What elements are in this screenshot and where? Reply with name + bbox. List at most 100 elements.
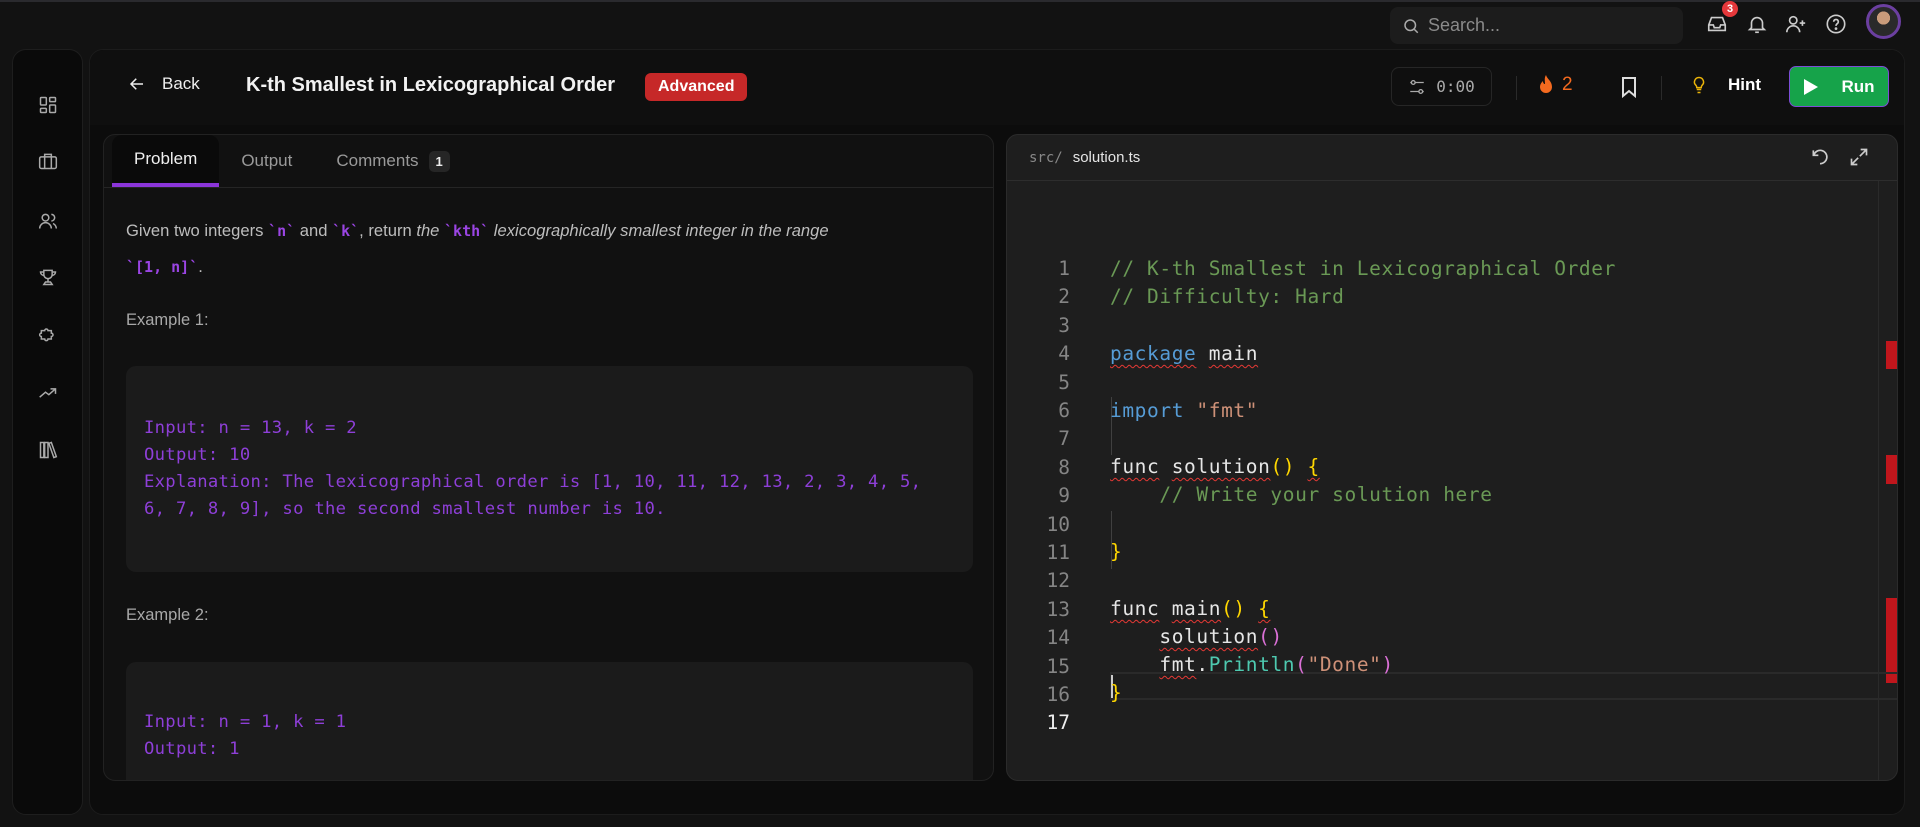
inline-code: `kth` [444, 222, 490, 240]
line-number: 1 [1058, 257, 1070, 280]
line-number: 7 [1058, 427, 1070, 451]
path-prefix: src/ [1029, 149, 1063, 166]
punctuation: ) [1381, 653, 1394, 676]
search-bar[interactable] [1390, 7, 1683, 44]
sidebar-item-library[interactable] [36, 438, 60, 462]
keyword: import [1110, 399, 1185, 422]
line-number: 13 [1046, 597, 1070, 621]
text: and [295, 221, 333, 240]
error-marker[interactable] [1886, 598, 1897, 683]
comments-count-badge: 1 [428, 150, 450, 172]
briefcase-icon [38, 153, 58, 170]
error-marker[interactable] [1886, 455, 1897, 484]
code-line: Output: 10 [144, 445, 251, 465]
reset-icon [1812, 149, 1828, 165]
tab-label: Comments [336, 151, 419, 170]
code-line-6: import "fmt" [1110, 399, 1258, 422]
line-number: 17 [1046, 711, 1070, 735]
users-icon [38, 213, 58, 229]
example-2-code: Input: n = 1, k = 1 Output: 1 [126, 662, 973, 780]
example-2-label: Example 2: [126, 606, 209, 624]
notifications-button[interactable] [1745, 12, 1769, 36]
top-border [0, 0, 1920, 2]
streak: 2 [1538, 74, 1573, 96]
help-button[interactable] [1824, 12, 1848, 36]
sidebar-item-dashboard[interactable] [36, 93, 60, 117]
punctuation: { [1258, 597, 1271, 620]
text: , return [359, 221, 417, 240]
emphasis: the [416, 221, 445, 240]
code-line-9: // Write your solution here [1110, 483, 1493, 506]
search-icon [1404, 18, 1419, 33]
identifier: main [1208, 342, 1259, 365]
divider [1661, 76, 1662, 100]
code-line-4: package main [1110, 342, 1258, 365]
bell-icon [1747, 16, 1767, 34]
identifier: main [1171, 597, 1222, 620]
line-number: 12 [1046, 569, 1070, 593]
example-1-code: Input: n = 13, k = 2 Output: 10 Explanat… [126, 366, 973, 572]
difficulty-badge: Advanced [645, 73, 748, 101]
text: Given two integers [126, 221, 269, 240]
line-number: 14 [1046, 626, 1070, 650]
code-line-14: solution() [1110, 625, 1283, 648]
bookmark-icon [1622, 77, 1636, 99]
timer[interactable]: 0:00 [1391, 67, 1492, 106]
code-line: Output: 1 [144, 739, 240, 759]
sidebar-item-jobs[interactable] [36, 149, 60, 173]
puzzle-icon [38, 328, 54, 342]
comment: // Write your solution here [1159, 483, 1493, 506]
sidebar [12, 49, 83, 815]
bookmark-button[interactable] [1620, 76, 1638, 103]
sidebar-item-challenges[interactable] [36, 322, 60, 346]
run-button[interactable]: Run [1789, 66, 1889, 107]
problem-panel: Problem Output Comments 1 Given two integ… [103, 134, 994, 781]
code-line: Input: n = 1, k = 1 [144, 712, 347, 732]
code-line-15: fmt.Println("Done") [1110, 653, 1394, 676]
inline-code: `k` [332, 222, 360, 240]
example-1-label: Example 1: [126, 311, 209, 329]
reset-button[interactable] [1810, 147, 1830, 171]
back-button[interactable]: Back [128, 74, 200, 94]
inline-code: `n` [268, 222, 296, 240]
search-input[interactable] [1428, 15, 1668, 36]
editor-header: src/ solution.ts [1007, 135, 1897, 181]
code-editor[interactable]: src/ solution.ts 1 2 3 4 5 6 7 8 9 10 11 12 13 14 15 16… [1006, 134, 1898, 781]
inbox-count-badge: 3 [1722, 1, 1738, 17]
play-icon [1804, 78, 1819, 95]
tab-problem[interactable]: Problem [112, 135, 220, 187]
code-line-1: // K-th Smallest in Lexicographical Orde… [1110, 257, 1616, 280]
code-line: Input: n = 13, k = 2 [144, 418, 357, 438]
sidebar-item-progress[interactable] [36, 381, 60, 405]
punctuation: ( [1295, 653, 1308, 676]
timer-value: 0:00 [1436, 77, 1475, 96]
keyword: func [1110, 455, 1160, 478]
tab-output[interactable]: Output [219, 135, 314, 187]
code-line-11: } [1110, 540, 1122, 563]
comment: // K-th Smallest in Lexicographical Orde… [1110, 257, 1616, 280]
divider [1516, 76, 1517, 100]
sidebar-item-community[interactable] [36, 209, 60, 233]
lightbulb-icon [1693, 76, 1705, 94]
tab-comments[interactable]: Comments 1 [314, 135, 471, 187]
line-number: 2 [1058, 285, 1070, 309]
fullscreen-button[interactable] [1849, 147, 1869, 171]
identifier: fmt [1159, 653, 1197, 676]
invite-user-button[interactable] [1784, 12, 1808, 36]
line-number: 10 [1046, 512, 1070, 536]
error-marker[interactable] [1886, 341, 1897, 369]
back-label: Back [162, 74, 200, 93]
arrow-left-icon [129, 78, 143, 90]
avatar[interactable] [1866, 4, 1901, 39]
fire-icon [1540, 75, 1552, 93]
hint-button[interactable]: Hint [1690, 74, 1761, 96]
punctuation: () [1258, 625, 1283, 648]
code-line: 6, 7, 8, 9], so the second smallest numb… [144, 499, 666, 519]
workspace: Back K-th Smallest in Lexicographical Or… [89, 49, 1905, 815]
line-number: 6 [1058, 399, 1070, 422]
sidebar-item-leaderboard[interactable] [36, 265, 60, 289]
library-icon [39, 441, 58, 459]
tab-label: Problem [134, 149, 198, 168]
expand-icon [1850, 148, 1868, 166]
line-number: 11 [1046, 541, 1070, 564]
